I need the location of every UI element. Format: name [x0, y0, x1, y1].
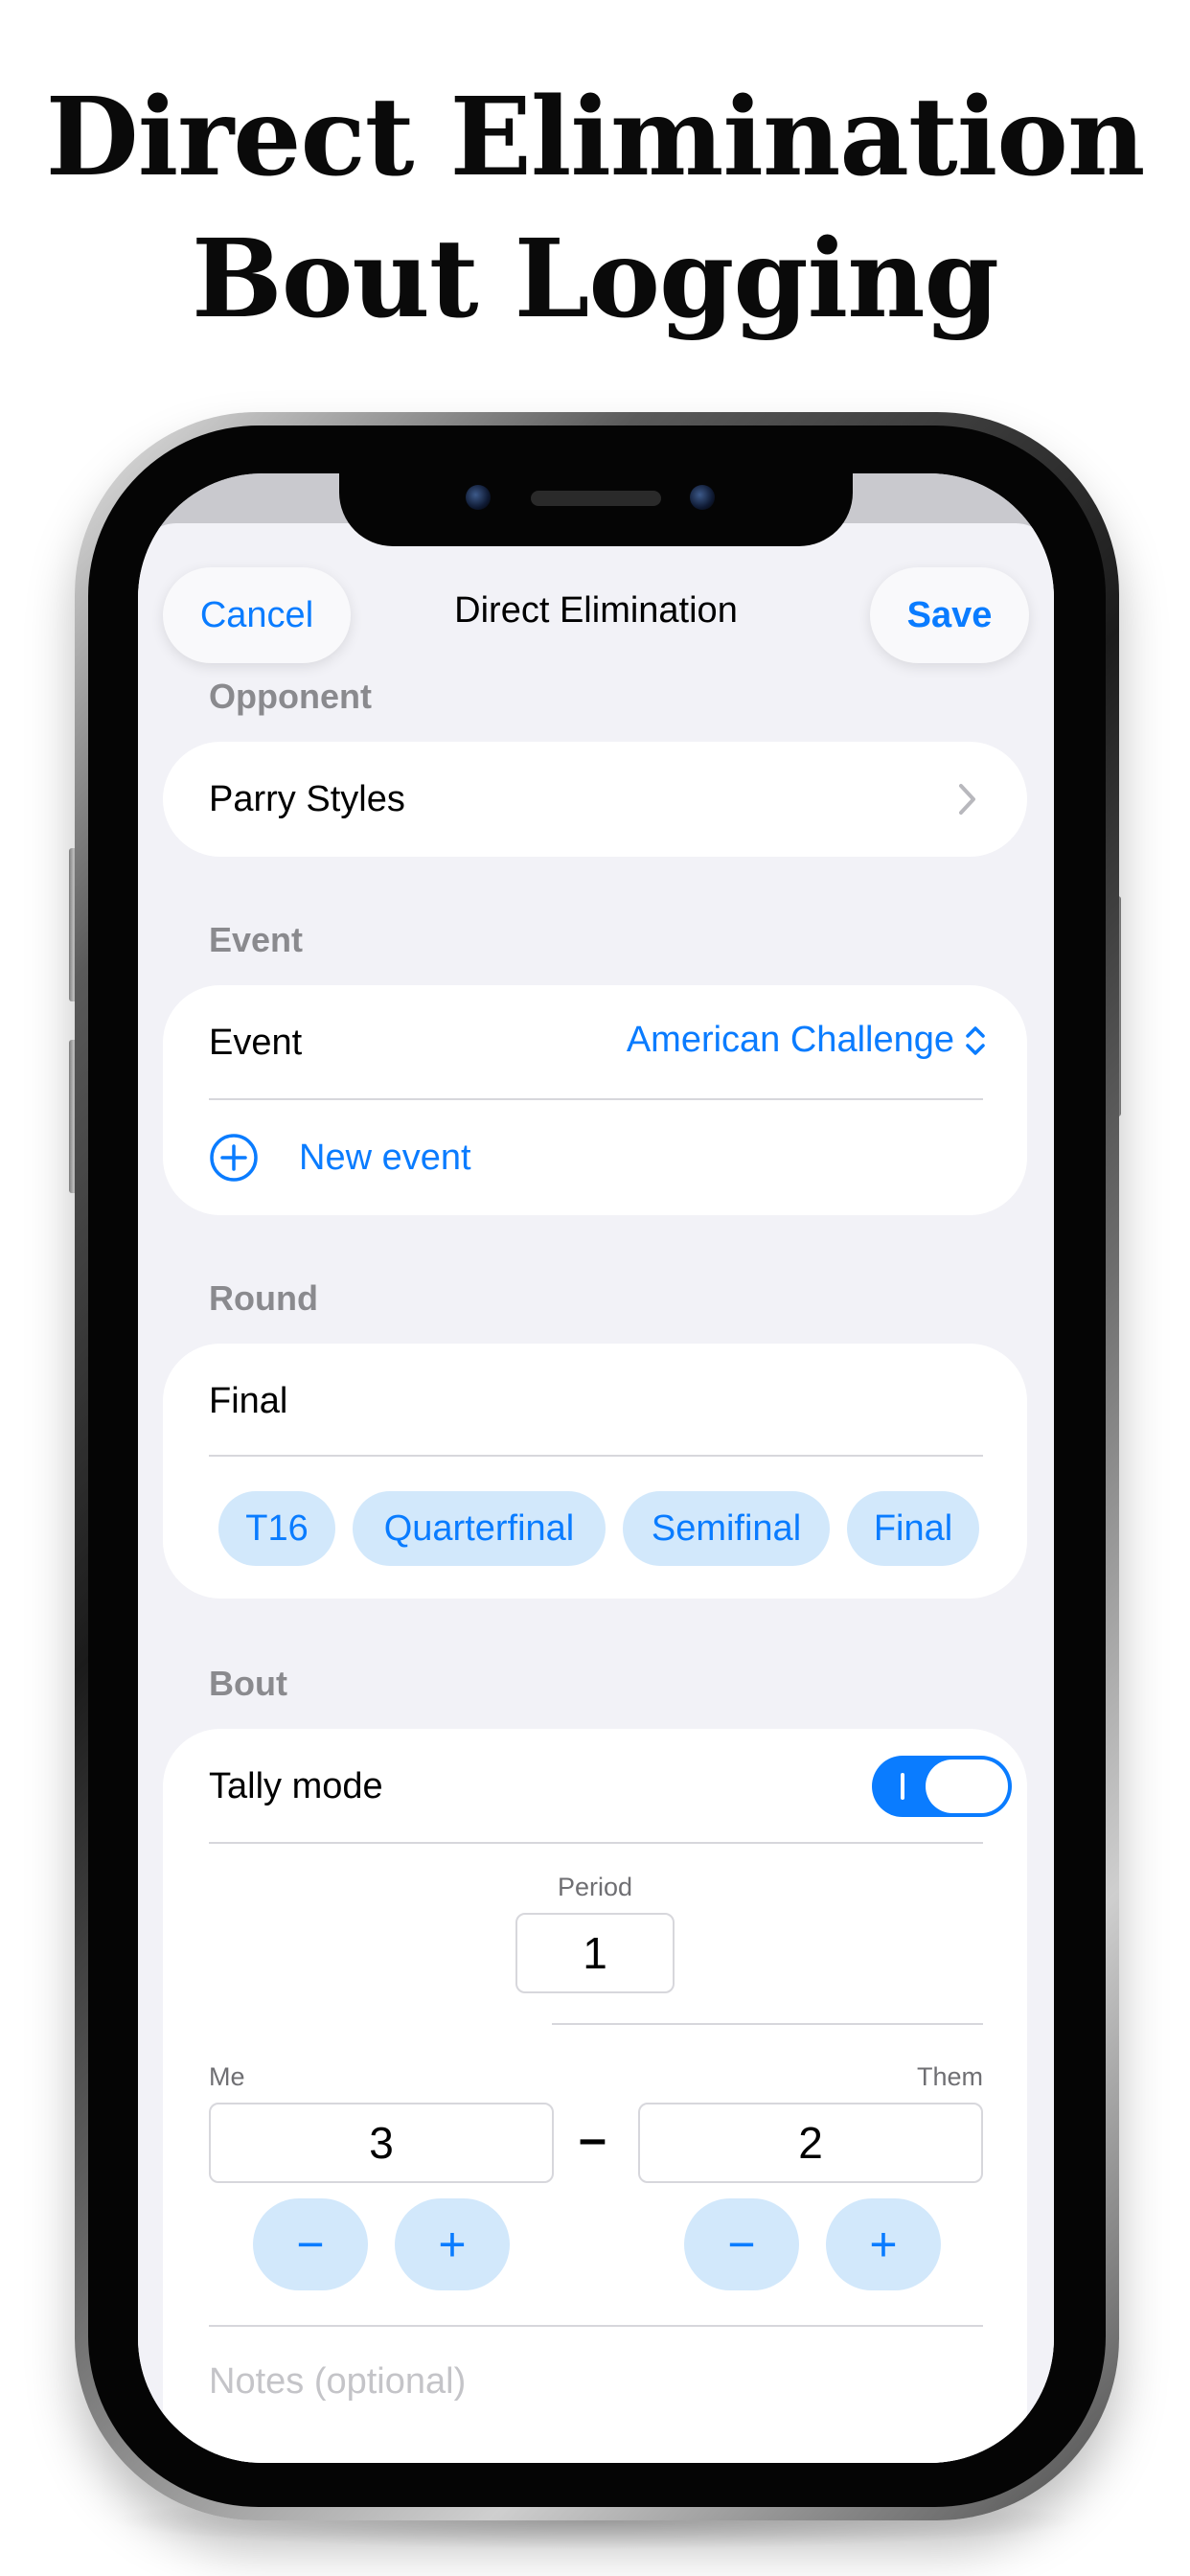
- them-increment-button[interactable]: +: [826, 2198, 941, 2290]
- phone-screen: Cancel Direct Elimination Save Opponent …: [138, 473, 1054, 2463]
- round-chip-quarterfinal[interactable]: Quarterfinal: [353, 1491, 606, 1566]
- them-label: Them: [916, 2062, 983, 2091]
- tally-mode-toggle[interactable]: [872, 1756, 1012, 1817]
- tally-divider: [209, 1842, 983, 1844]
- score-separator: –: [579, 2111, 606, 2167]
- bout-card: Tally mode Period 1 Me Them 3 – 2 − + − …: [163, 1729, 1027, 2463]
- headline-line-2: Bout Logging: [192, 217, 999, 342]
- round-card: Final T16 Quarterfinal Semifinal Final: [163, 1344, 1027, 1598]
- tally-mode-label: Tally mode: [209, 1766, 383, 1806]
- round-chip-final[interactable]: Final: [847, 1491, 979, 1566]
- chevron-up-down-icon: [966, 1025, 985, 1055]
- face-sensor: [690, 485, 715, 510]
- me-label: Me: [209, 2062, 245, 2091]
- phone-notch: [339, 473, 853, 546]
- toggle-knob: [926, 1760, 1008, 1813]
- round-section-label: Round: [209, 1278, 318, 1318]
- them-decrement-button[interactable]: −: [684, 2198, 799, 2290]
- toggle-on-mark: [901, 1773, 904, 1800]
- event-picker-value: American Challenge: [626, 1020, 954, 1060]
- new-event-button[interactable]: New event: [209, 1129, 471, 1186]
- opponent-card[interactable]: Parry Styles: [163, 742, 1027, 857]
- earpiece-speaker: [531, 491, 661, 506]
- event-section-label: Event: [209, 920, 304, 959]
- me-score-field[interactable]: 3: [209, 2103, 554, 2183]
- event-divider: [209, 1098, 983, 1100]
- chevron-right-icon: [959, 784, 975, 815]
- event-row-label: Event: [209, 1023, 303, 1063]
- period-divider: [552, 2023, 983, 2025]
- event-card: Event American Challenge New event: [163, 985, 1027, 1215]
- round-field[interactable]: Final: [209, 1381, 287, 1422]
- notes-field[interactable]: Notes (optional): [209, 2361, 466, 2403]
- round-divider: [209, 1455, 983, 1457]
- opponent-section-label: Opponent: [209, 677, 372, 716]
- headline: Direct Elimination Bout Logging: [0, 67, 1190, 351]
- me-decrement-button[interactable]: −: [253, 2198, 368, 2290]
- save-button[interactable]: Save: [870, 567, 1029, 663]
- opponent-name: Parry Styles: [209, 779, 405, 819]
- period-label: Period: [557, 1873, 633, 1901]
- front-camera: [466, 485, 491, 510]
- me-increment-button[interactable]: +: [395, 2198, 510, 2290]
- new-event-label: New event: [299, 1137, 471, 1178]
- event-picker[interactable]: American Challenge: [627, 1020, 987, 1061]
- plus-circle-icon: [210, 1134, 258, 1182]
- period-field[interactable]: 1: [515, 1913, 675, 1993]
- round-chip-t16[interactable]: T16: [218, 1491, 335, 1566]
- round-chip-semifinal[interactable]: Semifinal: [623, 1491, 830, 1566]
- them-score-field[interactable]: 2: [638, 2103, 983, 2183]
- bout-section-label: Bout: [209, 1664, 287, 1703]
- notes-divider: [209, 2325, 983, 2327]
- headline-line-1: Direct Elimination: [45, 75, 1146, 200]
